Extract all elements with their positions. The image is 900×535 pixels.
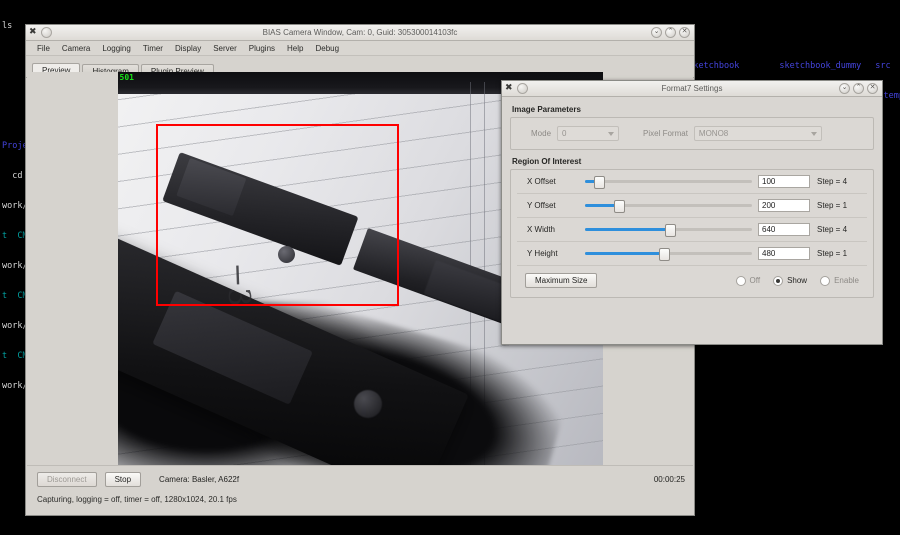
radio-show-label: Show [787,276,808,285]
mode-label: Mode [531,129,552,138]
minimize-icon[interactable]: ⌄ [651,27,662,38]
y-height-label: Y Height [527,249,558,258]
radio-off[interactable]: Off [735,275,761,286]
camera-window-title: BIAS Camera Window, Cam: 0, Guid: 305300… [262,28,458,37]
menu-item-logging[interactable]: Logging [96,43,136,54]
close-icon[interactable]: ✕ [867,83,878,94]
close-icon[interactable]: ✕ [679,27,690,38]
x-offset-slider[interactable] [585,176,752,189]
image-parameters-group-label: Image Parameters [512,105,581,114]
chevron-down-icon [810,131,817,136]
radio-show-dot[interactable] [773,275,784,286]
app-logo-icon: ✖ [29,27,37,37]
format7-titlebar-left: ✖ [502,83,528,94]
y-offset-slider-handle[interactable] [614,200,626,213]
x-width-step-label: Step = 4 [817,225,848,234]
roi-footer: Maximum Size Off Show Enable [517,266,867,297]
menu-item-display[interactable]: Display [169,43,207,54]
y-height-slider-handle[interactable] [659,248,671,261]
window-menu-icon[interactable] [517,83,528,94]
roi-display-radio-group[interactable]: Off Show Enable [735,275,865,286]
disconnect-button[interactable]: Disconnect [37,472,97,487]
status-row-controls: Disconnect Stop Camera: Basler, A622f 00… [27,466,693,487]
roi-panel: X Offset 100 Step = 4 Y Offset 200 Step … [510,169,874,298]
y-offset-value-input[interactable]: 200 [758,199,810,212]
roi-rectangle[interactable] [155,124,399,306]
y-height-step-label: Step = 1 [817,249,848,258]
format7-titlebar[interactable]: ✖ Format7 Settings ⌄ ⌃ ✕ [502,81,882,97]
y-offset-slider-fill [585,204,619,207]
radio-off-label: Off [749,276,761,285]
caliper-thumbwheel [353,390,382,418]
term-dir-temp: temp [883,91,900,101]
slider-row-x-width[interactable]: X Width 640 Step = 4 [517,218,867,242]
maximize-icon[interactable]: ⌃ [853,83,864,94]
menu-item-file[interactable]: File [31,43,56,54]
x-width-slider[interactable] [585,224,752,237]
titlebar-buttons: ⌄ ⌃ ✕ [651,27,694,38]
y-offset-slider[interactable] [585,200,752,213]
pixel-format-value: MONO8 [698,129,729,138]
term-dir-sketchbook-dummy: sketchbook_dummy [779,61,862,71]
x-offset-slider-handle[interactable] [594,176,606,189]
y-offset-step-label: Step = 1 [817,201,848,210]
y-height-slider[interactable] [585,248,752,261]
radio-enable-dot[interactable] [820,275,831,286]
radio-show[interactable]: Show [773,275,808,286]
x-width-value-input[interactable]: 640 [758,223,810,236]
camera-window-titlebar[interactable]: ✖ BIAS Camera Window, Cam: 0, Guid: 3053… [26,25,694,41]
format7-titlebar-buttons: ⌄ ⌃ ✕ [839,83,882,94]
radio-off-dot[interactable] [735,275,746,286]
menu-item-camera[interactable]: Camera [56,43,96,54]
menu-item-server[interactable]: Server [207,43,243,54]
menu-item-plugins[interactable]: Plugins [243,43,281,54]
menu-bar[interactable]: File Camera Logging Timer Display Server… [26,41,694,56]
capture-status-label: Capturing, logging = off, timer = off, 1… [37,495,237,504]
mode-select[interactable]: 0 [557,126,620,141]
menu-item-debug[interactable]: Debug [309,43,345,54]
roi-group-label: Region Of Interest [512,157,582,166]
slider-row-y-offset[interactable]: Y Offset 200 Step = 1 [517,194,867,218]
radio-enable[interactable]: Enable [820,275,859,286]
image-parameters-row: Mode 0 Pixel Format MONO8 [521,126,863,141]
radio-enable-label: Enable [834,276,859,285]
format7-settings-dialog[interactable]: ✖ Format7 Settings ⌄ ⌃ ✕ Image Parameter… [501,80,883,345]
mode-value: 0 [562,129,567,138]
maximize-icon[interactable]: ⌃ [665,27,676,38]
menu-item-timer[interactable]: Timer [137,43,169,54]
chevron-down-icon [608,131,615,136]
x-width-slider-handle[interactable] [664,224,676,237]
image-parameters-panel: Mode 0 Pixel Format MONO8 [510,117,874,150]
format7-dialog-title: Format7 Settings [661,84,723,93]
slider-row-y-height[interactable]: Y Height 480 Step = 1 [517,242,867,266]
x-width-label: X Width [527,225,556,234]
stop-button[interactable]: Stop [104,472,142,487]
y-height-value-input[interactable]: 480 [758,247,810,260]
maximum-size-button[interactable]: Maximum Size [525,273,598,288]
x-offset-value-input[interactable]: 100 [758,175,810,188]
app-logo-icon: ✖ [505,83,513,93]
elapsed-time-label: 00:00:25 [653,475,685,484]
y-height-slider-fill [585,252,664,255]
term-dir-sketchbook: sketchbook [688,61,740,71]
frame-counter-label: 501 [119,73,134,82]
term-dir-src: src [875,61,891,71]
x-offset-label: X Offset [527,177,556,186]
pixel-format-select[interactable]: MONO8 [693,126,822,141]
x-width-slider-fill [585,228,669,231]
status-area: Disconnect Stop Camera: Basler, A622f 00… [27,465,693,514]
x-offset-step-label: Step = 4 [817,177,848,186]
slider-row-x-offset[interactable]: X Offset 100 Step = 4 [517,170,867,194]
camera-model-label: Camera: Basler, A622f [159,475,240,484]
y-offset-label: Y Offset [527,201,556,210]
titlebar-left-group: ✖ [26,27,52,38]
format7-dialog-body: Image Parameters Mode 0 Pixel Format MON… [502,97,882,298]
minimize-icon[interactable]: ⌄ [839,83,850,94]
window-menu-icon[interactable] [41,27,52,38]
pixel-format-label: Pixel Format [643,129,688,138]
menu-item-help[interactable]: Help [281,43,309,54]
